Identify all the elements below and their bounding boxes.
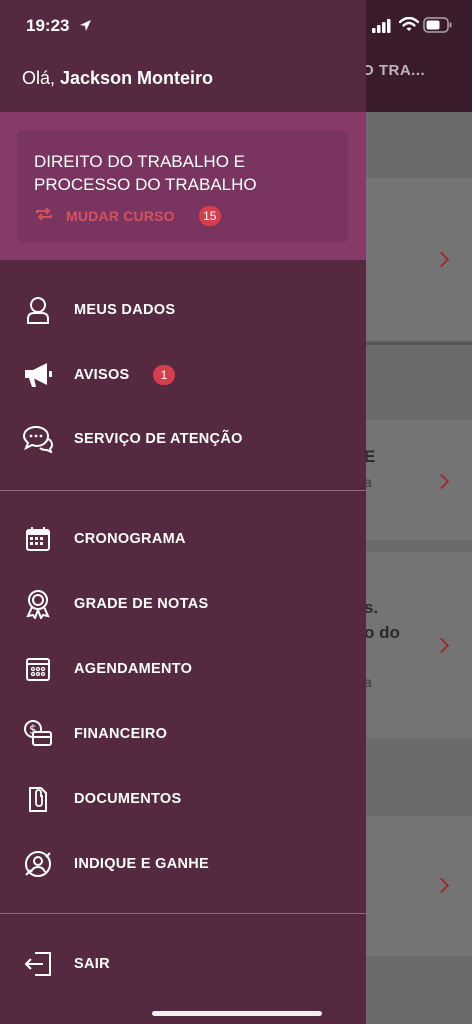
menu-label: AVISOS bbox=[74, 367, 130, 383]
menu-item-financeiro[interactable]: $ FINANCEIRO bbox=[0, 706, 366, 762]
logout-label: SAIR bbox=[74, 956, 110, 972]
logout-button[interactable]: SAIR bbox=[0, 936, 366, 992]
course-card[interactable]: DIREITO DO TRABALHO E PROCESSO DO TRABAL… bbox=[17, 130, 348, 243]
user-icon bbox=[22, 294, 54, 326]
change-course-label: MUDAR CURSO bbox=[66, 208, 175, 224]
background-card[interactable] bbox=[366, 420, 472, 540]
award-icon bbox=[22, 588, 54, 620]
cellular-signal-icon bbox=[372, 19, 392, 38]
menu-item-documentos[interactable]: DOCUMENTOS bbox=[0, 771, 366, 827]
menu-item-servico-de-atencao[interactable]: SERVIÇO DE ATENÇÃO bbox=[0, 411, 366, 467]
status-bar: 19:23 bbox=[0, 0, 472, 52]
menu-item-grade-de-notas[interactable]: GRADE DE NOTAS bbox=[0, 576, 366, 632]
menu-label: MEUS DADOS bbox=[74, 302, 176, 318]
background-card-text: s. bbox=[364, 598, 379, 617]
referral-icon bbox=[22, 848, 54, 880]
wifi-icon bbox=[398, 16, 420, 38]
menu-item-meus-dados[interactable]: MEUS DADOS bbox=[0, 282, 366, 338]
menu-label: CRONOGRAMA bbox=[74, 531, 186, 547]
greeting: Olá, Jackson Monteiro bbox=[22, 68, 213, 89]
menu-item-avisos[interactable]: AVISOS 1 bbox=[0, 347, 366, 403]
location-arrow-icon bbox=[79, 19, 92, 37]
logout-icon bbox=[22, 948, 54, 980]
background-card-text: o do bbox=[364, 623, 400, 642]
menu-item-indique-e-ganhe[interactable]: INDIQUE E GANHE bbox=[0, 836, 366, 892]
background-card[interactable] bbox=[366, 552, 472, 738]
background-card[interactable] bbox=[366, 178, 472, 340]
course-panel: DIREITO DO TRABALHO E PROCESSO DO TRABAL… bbox=[0, 112, 366, 260]
greeting-prefix: Olá, bbox=[22, 68, 61, 88]
menu-label: INDIQUE E GANHE bbox=[74, 856, 210, 872]
change-course-button[interactable]: MUDAR CURSO 15 bbox=[34, 206, 221, 226]
money-icon: $ bbox=[22, 718, 54, 750]
calendar-grid-icon bbox=[22, 653, 54, 685]
notification-badge: 1 bbox=[153, 365, 175, 385]
course-count-badge: 15 bbox=[198, 206, 221, 226]
user-name: Jackson Monteiro bbox=[60, 68, 214, 88]
background-divider bbox=[366, 342, 472, 345]
menu-divider bbox=[0, 490, 366, 491]
home-indicator[interactable] bbox=[152, 1011, 322, 1016]
chat-bubbles-icon bbox=[22, 423, 54, 455]
menu-divider bbox=[0, 913, 366, 914]
menu-item-cronograma[interactable]: CRONOGRAMA bbox=[0, 511, 366, 567]
repeat-icon bbox=[34, 206, 54, 226]
menu-item-agendamento[interactable]: AGENDAMENTO bbox=[0, 641, 366, 697]
course-title: DIREITO DO TRABALHO E PROCESSO DO TRABAL… bbox=[34, 152, 257, 194]
status-time: 19:23 bbox=[26, 16, 70, 35]
battery-icon bbox=[423, 17, 453, 38]
menu-label: FINANCEIRO bbox=[74, 726, 168, 742]
background-header-title: O TRA... bbox=[362, 62, 426, 79]
background-card[interactable] bbox=[366, 816, 472, 956]
menu-label: DOCUMENTOS bbox=[74, 791, 182, 807]
menu-label: SERVIÇO DE ATENÇÃO bbox=[74, 431, 243, 447]
megaphone-icon bbox=[22, 359, 54, 391]
menu-label: AGENDAMENTO bbox=[74, 661, 193, 677]
document-clip-icon bbox=[22, 783, 54, 815]
calendar-icon bbox=[22, 523, 54, 555]
navigation-drawer: Olá, Jackson Monteiro DIREITO DO TRABALH… bbox=[0, 0, 366, 1024]
menu-label: GRADE DE NOTAS bbox=[74, 596, 209, 612]
